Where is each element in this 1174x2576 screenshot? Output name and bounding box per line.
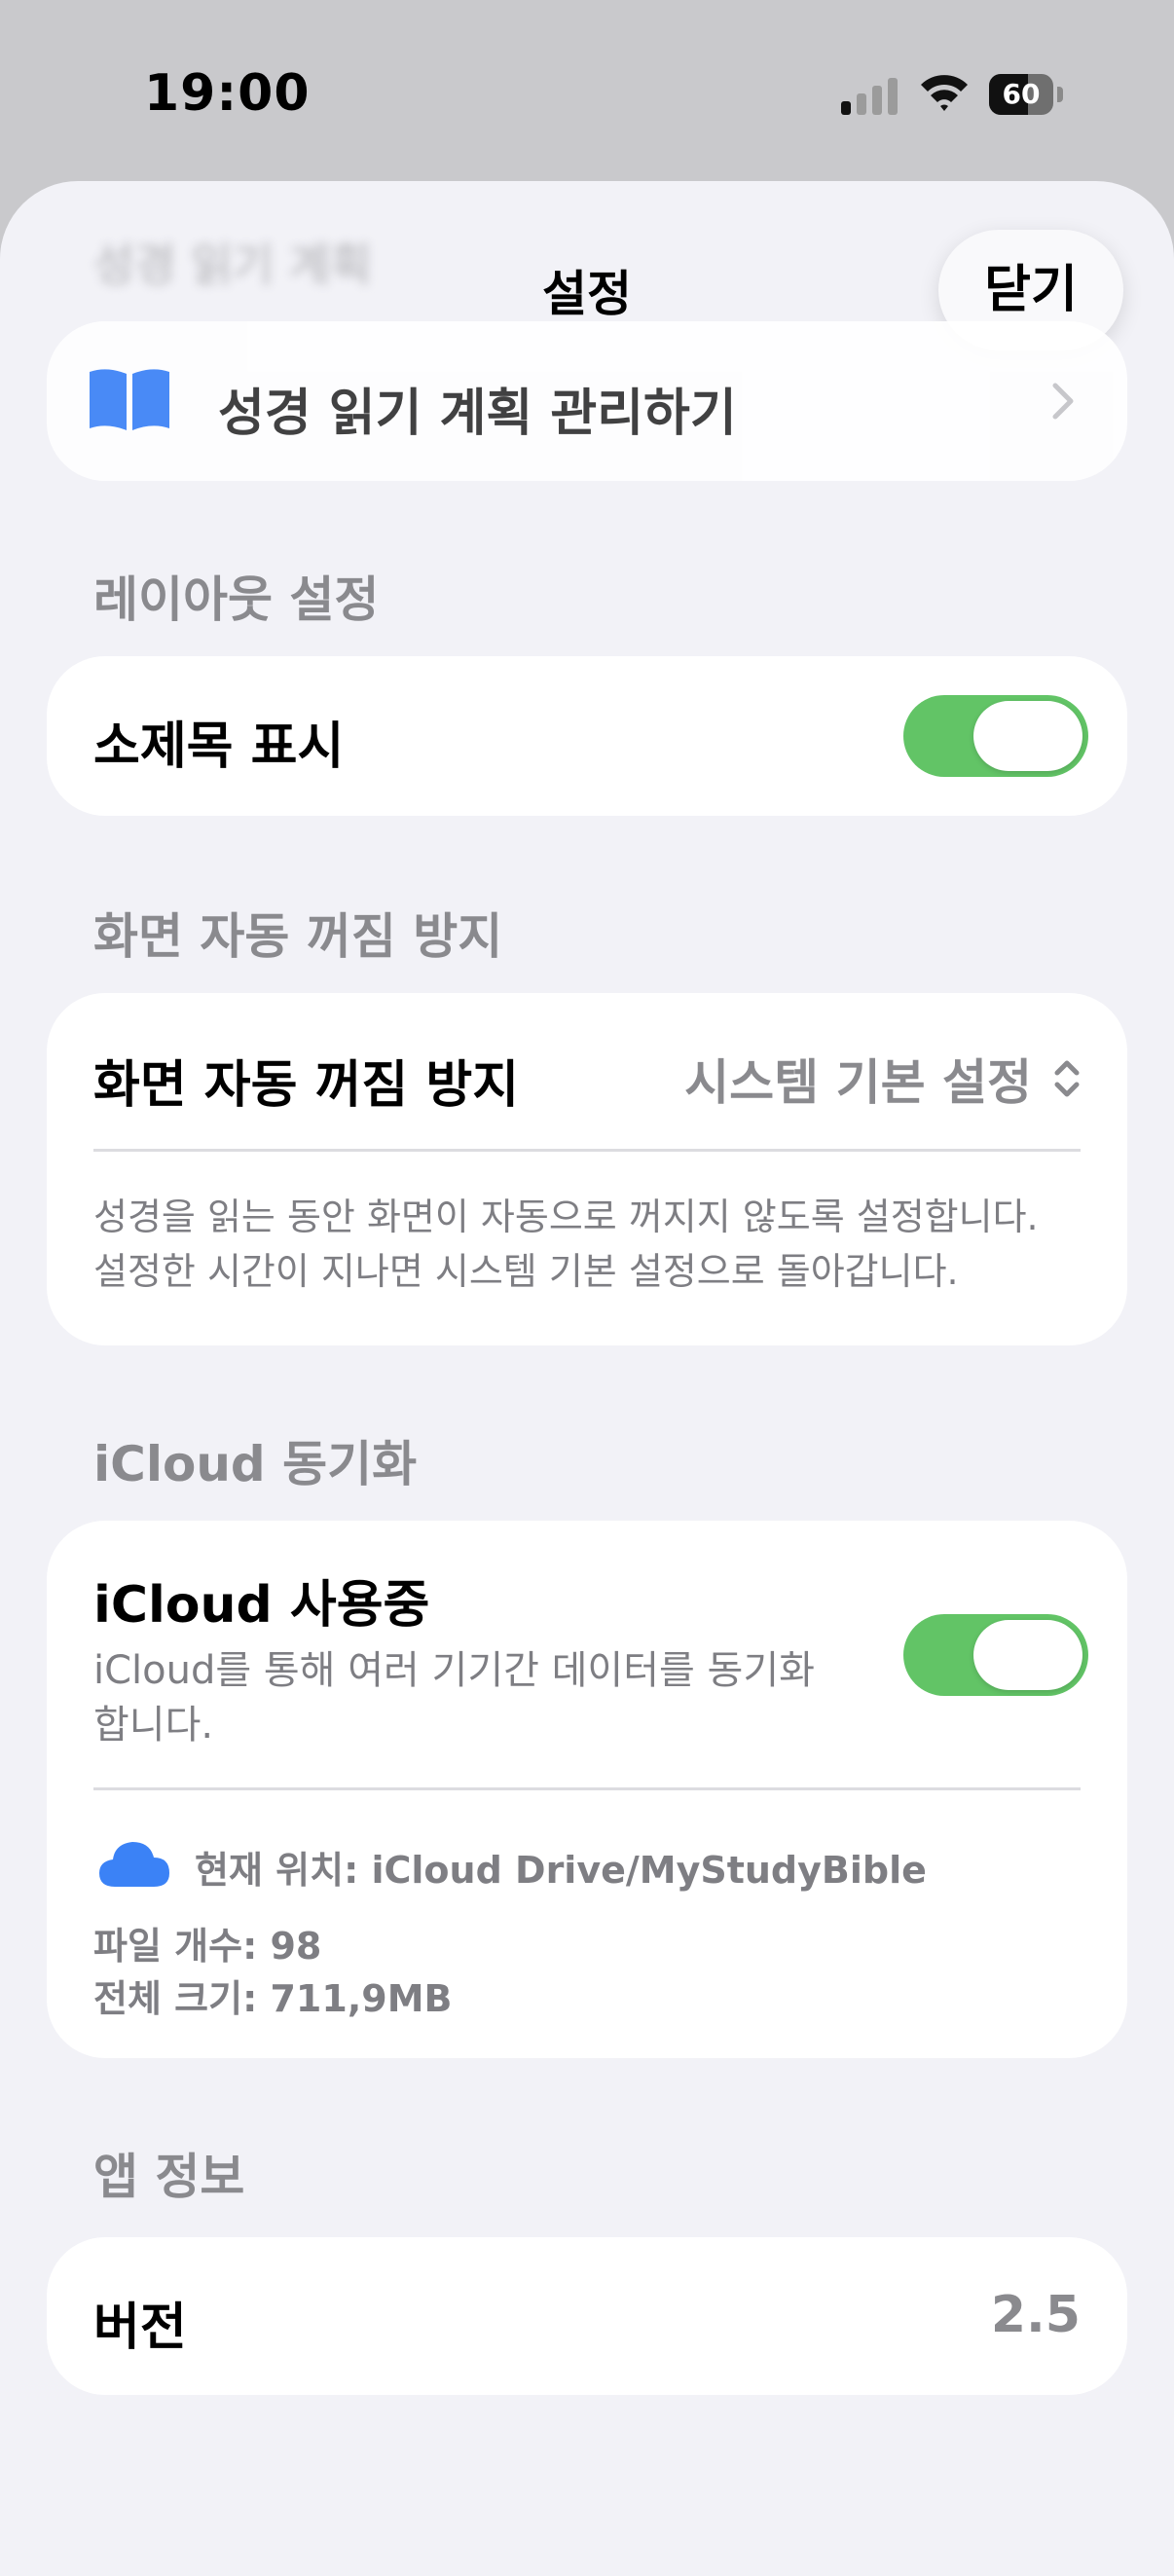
wifi-icon [921, 75, 968, 111]
subtitle-toggle-label: 소제목 표시 [93, 718, 345, 776]
icloud-section-header: iCloud 동기화 [93, 1436, 418, 1492]
book-icon [90, 369, 169, 430]
divider [93, 1787, 1081, 1790]
icloud-total-size: 전체 크기: 711,9MB [93, 1977, 453, 2020]
status-time: 19:00 [144, 64, 311, 123]
battery-percent: 60 [1002, 78, 1041, 110]
icloud-location: 현재 위치: iCloud Drive/MyStudyBible [195, 1849, 927, 1892]
icloud-label: iCloud 사용중 [93, 1576, 430, 1635]
app-info-card: 버전 2.5 [47, 2237, 1127, 2395]
icloud-description-1: iCloud를 통해 여러 기기간 데이터를 동기화 [93, 1648, 815, 1693]
cloud-icon [99, 1842, 169, 1887]
screen-section-header: 화면 자동 꺼짐 방지 [93, 908, 503, 965]
icloud-card: iCloud 사용중 iCloud를 통해 여러 기기간 데이터를 동기화 합니… [47, 1521, 1127, 2058]
status-bar: 19:00 60 [0, 0, 1174, 185]
divider [93, 1149, 1081, 1152]
reading-plan-row[interactable]: 성경 읽기 계획 관리하기 [47, 321, 1127, 481]
screen-lock-value: 시스템 기본 설정 [684, 1054, 1032, 1111]
version-label: 버전 [93, 2299, 187, 2357]
app-info-section-header: 앱 정보 [93, 2149, 245, 2205]
screen-card: 화면 자동 꺼짐 방지 시스템 기본 설정 성경을 읽는 동안 화면이 자동으로… [47, 993, 1127, 1345]
icloud-toggle[interactable] [903, 1614, 1088, 1696]
layout-section-header: 레이아웃 설정 [93, 571, 380, 628]
icloud-file-count: 파일 개수: 98 [93, 1925, 322, 1968]
screen-lock-footnote-2: 설정한 시간이 지나면 시스템 기본 설정으로 돌아갑니다. [93, 1250, 959, 1293]
subtitle-toggle[interactable] [903, 695, 1088, 777]
reading-plan-label: 성경 읽기 계획 관리하기 [218, 385, 737, 443]
settings-sheet [0, 181, 1174, 2576]
screen-lock-label: 화면 자동 꺼짐 방지 [93, 1056, 520, 1115]
chevron-right-icon [1052, 383, 1074, 420]
layout-card: 소제목 표시 [47, 656, 1127, 816]
screen-lock-picker[interactable]: 시스템 기본 설정 [684, 1040, 1081, 1118]
battery-icon: 60 [989, 74, 1063, 115]
chevron-up-down-icon [1054, 1060, 1080, 1097]
cellular-signal-icon [841, 76, 899, 115]
icloud-description-2: 합니다. [93, 1703, 214, 1748]
screen-lock-footnote-1: 성경을 읽는 동안 화면이 자동으로 꺼지지 않도록 설정합니다. [93, 1196, 1039, 1238]
version-value: 2.5 [990, 2286, 1081, 2344]
